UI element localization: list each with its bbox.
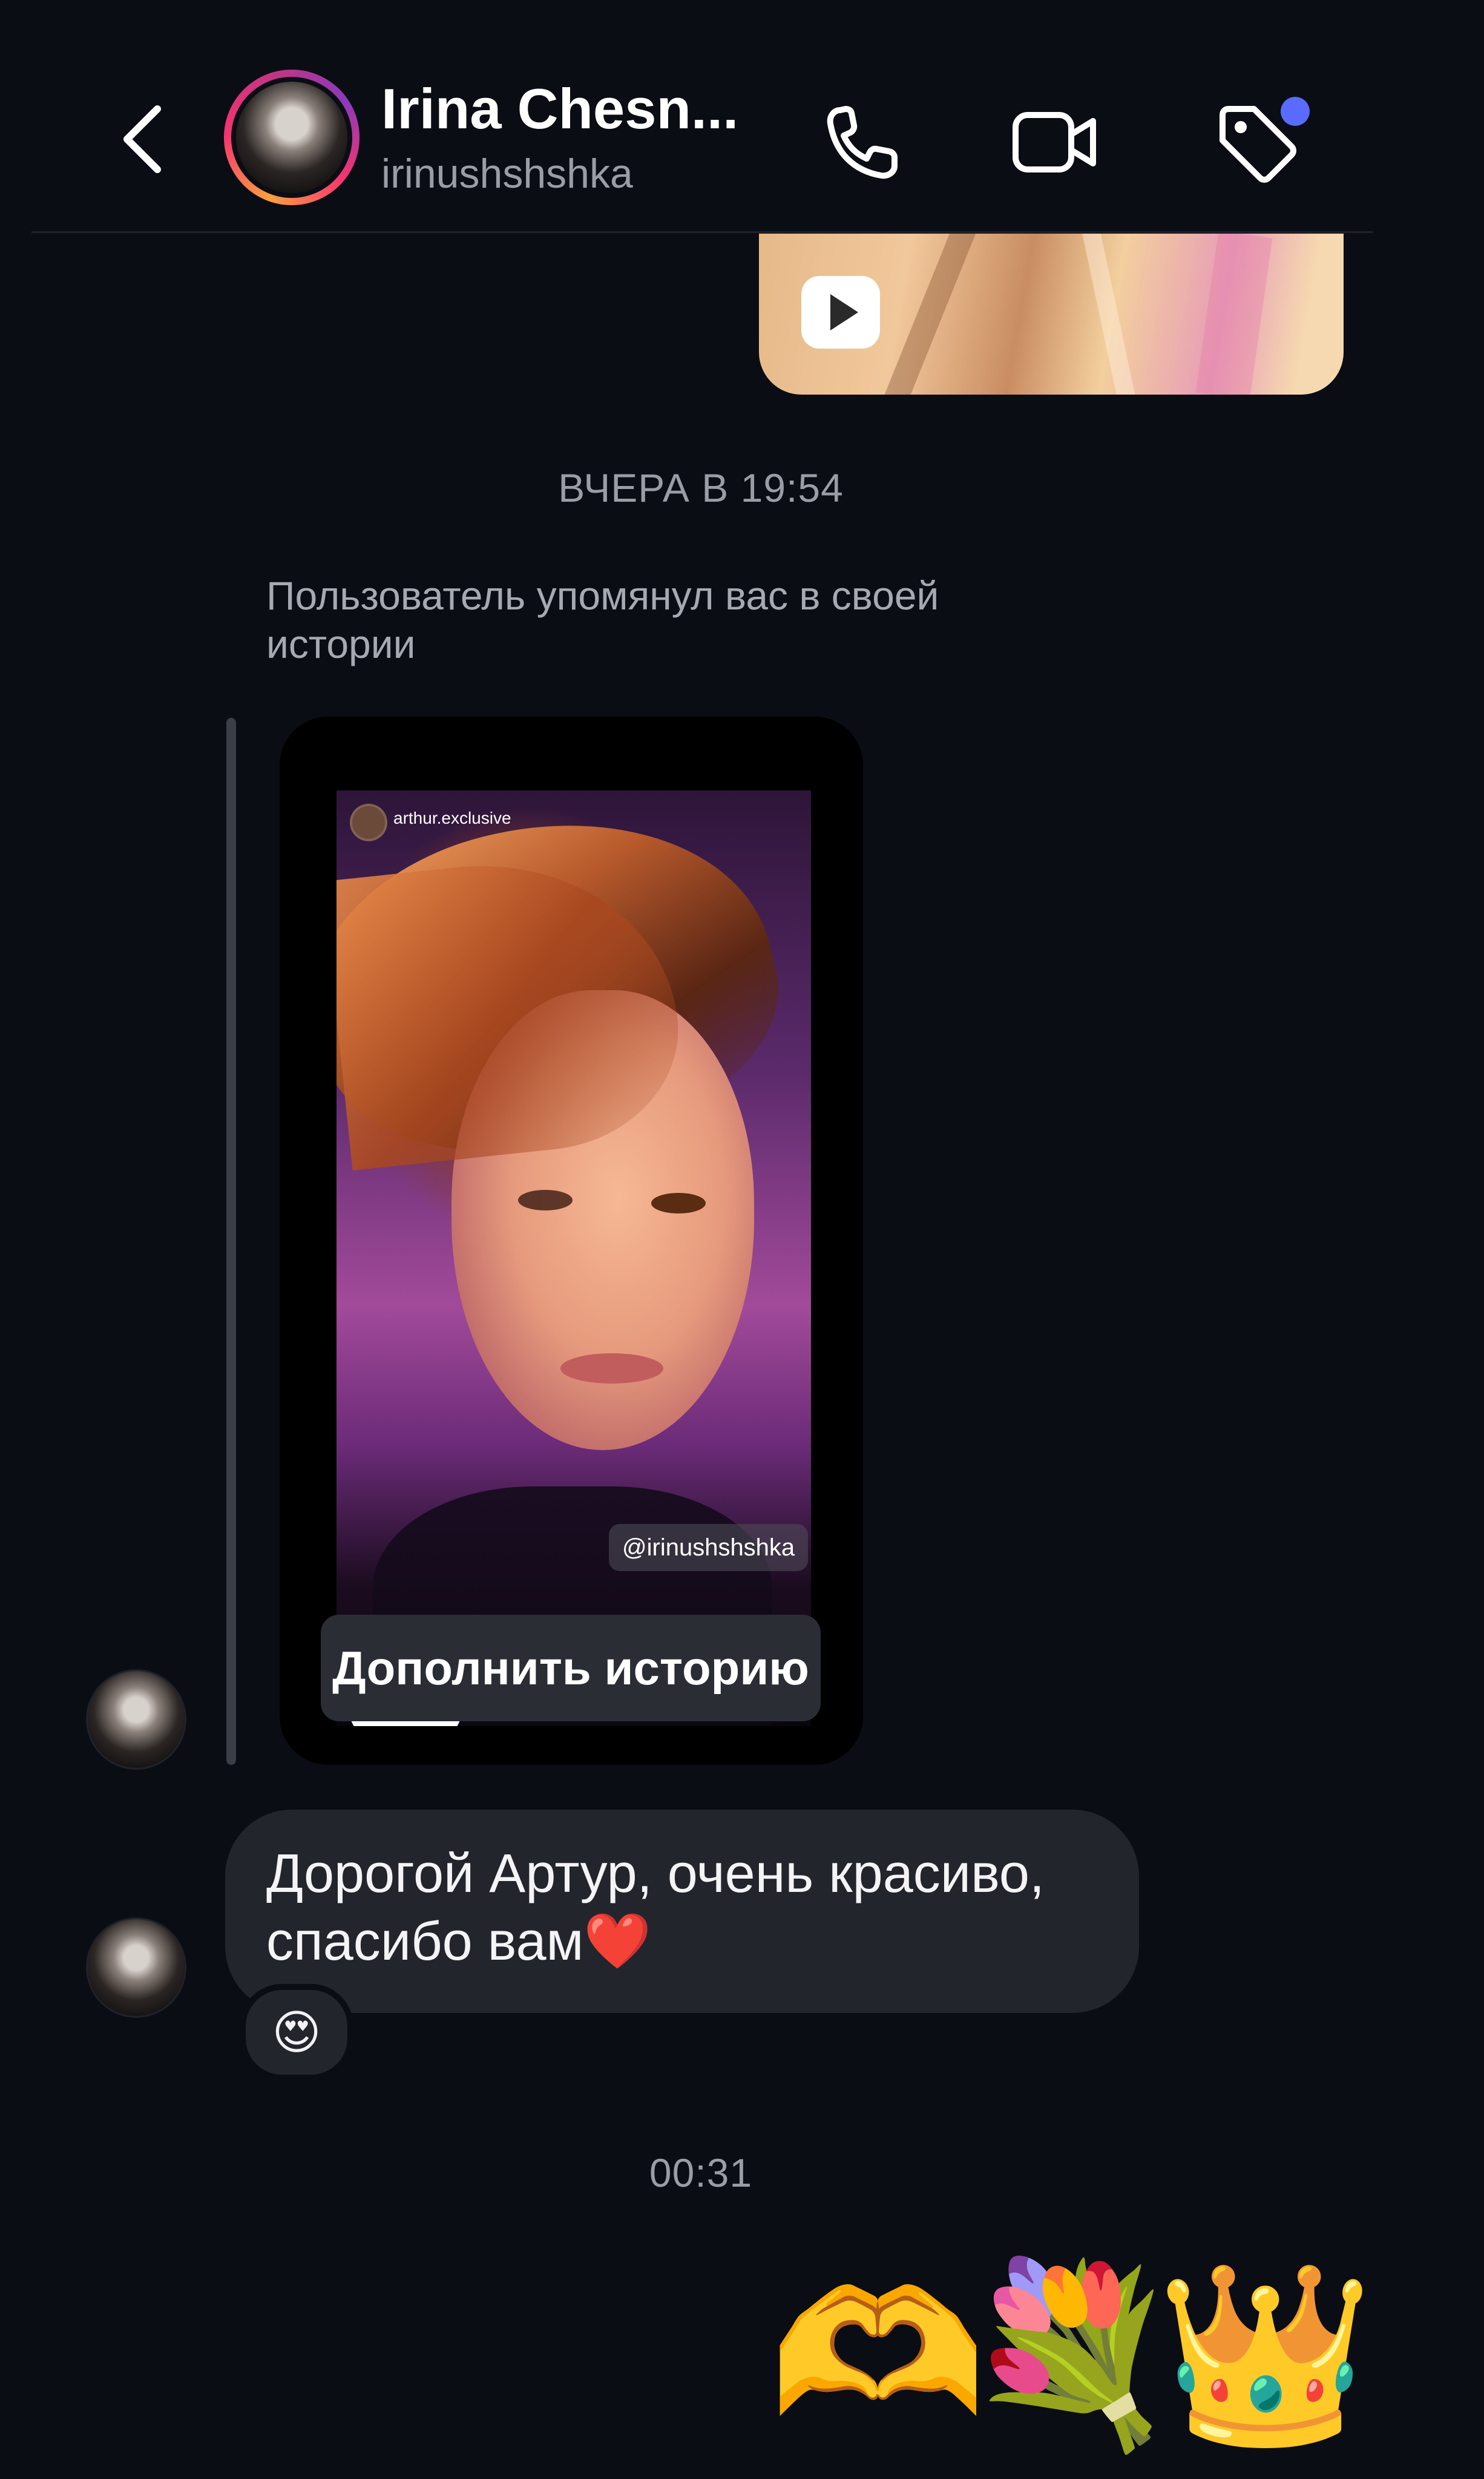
message-reaction[interactable]: 😍 bbox=[240, 1984, 353, 2081]
chat-header: Irina Chesn... irinushshshka bbox=[0, 0, 1484, 233]
call-button[interactable] bbox=[817, 97, 908, 188]
story-preview-card[interactable]: arthur.exclusive @irinushshshka 😌 bbox=[280, 717, 863, 1765]
mention-note: Пользователь упомянул вас в своей истори… bbox=[266, 573, 939, 666]
add-to-story-button[interactable]: Дополнить историю bbox=[321, 1615, 821, 1721]
contact-username[interactable]: irinushshshka bbox=[381, 150, 633, 197]
chat-screen: Irina Chesn... irinushshshka ВЧЕРА В 19:… bbox=[0, 0, 1484, 2479]
sender-avatar-2[interactable] bbox=[86, 1917, 186, 2018]
timestamp-late: 00:31 bbox=[649, 2150, 753, 2195]
story-author-avatar bbox=[350, 804, 387, 841]
back-button[interactable] bbox=[109, 91, 176, 188]
header-divider bbox=[31, 231, 1373, 233]
phone-icon bbox=[827, 106, 898, 179]
story-mention-tag: @irinushshshka bbox=[609, 1524, 809, 1571]
story-author: arthur.exclusive bbox=[393, 809, 511, 827]
contact-avatar[interactable] bbox=[224, 70, 360, 205]
reply-indicator-bar bbox=[226, 718, 236, 1765]
emoji-crown[interactable]: 👑 bbox=[1156, 2257, 1374, 2451]
chevron-left-icon bbox=[123, 105, 161, 173]
contact-name[interactable]: Irina Chesn... bbox=[381, 76, 744, 142]
video-call-button[interactable] bbox=[1010, 97, 1100, 188]
play-icon[interactable] bbox=[801, 276, 880, 349]
video-camera-icon bbox=[1013, 112, 1096, 172]
message-text: Дорогой Артур, очень красиво, спасибо ва… bbox=[266, 1844, 1045, 1972]
emoji-bouquet[interactable]: 💐 bbox=[962, 2257, 1181, 2451]
video-message-thumbnail[interactable] bbox=[759, 234, 1344, 395]
message-bubble[interactable]: Дорогой Артур, очень красиво, спасибо ва… bbox=[225, 1810, 1139, 2013]
timestamp-yesterday: ВЧЕРА В 19:54 bbox=[558, 465, 844, 510]
sender-avatar[interactable] bbox=[86, 1669, 186, 1770]
notification-dot bbox=[1281, 97, 1310, 126]
emoji-heart-hands[interactable]: 🫶 bbox=[769, 2257, 987, 2451]
avatar-photo bbox=[236, 82, 347, 193]
story-image[interactable]: arthur.exclusive @irinushshshka 😌 bbox=[337, 790, 811, 1726]
